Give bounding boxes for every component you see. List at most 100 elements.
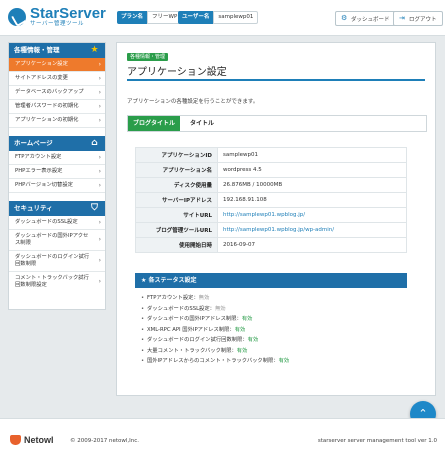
row-key: サイトURL <box>135 207 218 223</box>
chevron-right-icon: › <box>98 74 101 82</box>
sidebar-item-ftp-account[interactable]: FTPアカウント設定 › <box>9 151 105 165</box>
logout-icon: ⇥ <box>399 14 405 22</box>
chevron-right-icon: › <box>98 181 101 189</box>
status-label: ダッシュボードのSSL設定： <box>147 305 215 312</box>
sidebar-item-label: PHPバージョン切替設定 <box>15 182 73 188</box>
breadcrumb-badge: 各種情報・管理 <box>127 53 169 61</box>
status-value: 有効 <box>247 337 259 343</box>
netowl-logo[interactable]: Netowl <box>10 435 54 445</box>
list-item: XML-RPC API 国外IPアドレス制限：有効 <box>141 325 401 336</box>
main-panel: 各種情報・管理 アプリケーション設定 アプリケーションの各種設定を行うことができ… <box>116 42 436 396</box>
sidebar-section-security: セキュリティ ⛉ <box>9 201 105 216</box>
user-label: ユーザー名 <box>178 11 214 24</box>
section-title: ホームページ <box>14 139 53 147</box>
status-value: 無効 <box>198 295 210 301</box>
sidebar-item-label: サイトアドレスの変更 <box>15 75 68 81</box>
list-item: ダッシュボードの国外IPアドレス制限：有効 <box>141 314 401 325</box>
table-row: サーバーIPアドレス 192.168.91.108 <box>135 192 407 208</box>
list-item: ダッシュボードのSSL設定：無効 <box>141 304 401 315</box>
status-title: 各ステータス設定 <box>148 277 197 284</box>
sidebar-item-label: アプリケーション設定 <box>15 61 68 67</box>
table-row: ブログ管理ツールURL http://samplewp01.wpblog.jp/… <box>135 222 407 238</box>
row-value: 192.168.91.108 <box>217 192 407 208</box>
list-item: ダッシュボードのログイン試行回数制限：有効 <box>141 335 401 346</box>
plan-label: プラン名 <box>117 11 148 24</box>
chevron-right-icon: › <box>98 278 101 285</box>
status-label: ダッシュボードの国外IPアドレス制限： <box>147 316 242 322</box>
row-value: samplewp01 <box>217 147 407 163</box>
logo-subtitle: サーバー管理ツール <box>30 21 84 27</box>
sidebar-item-foreign-ip-limit[interactable]: ダッシュボードの国外IPアクセス制限 › <box>9 230 105 251</box>
sidebar-item-php-error[interactable]: PHPエラー表示設定 › <box>9 165 105 179</box>
shield-icon: ⛉ <box>91 203 98 213</box>
chevron-right-icon: › <box>98 102 101 110</box>
row-key: アプリケーション名 <box>135 162 218 178</box>
chevron-right-icon: › <box>98 153 101 161</box>
sidebar: 各種情報・管理 ★ アプリケーション設定 › サイトアドレスの変更 › データベ… <box>8 42 106 310</box>
row-key: ディスク使用量 <box>135 177 218 193</box>
sidebar-item-label: コメント・トラックバック試行回数制限設定 <box>15 275 89 288</box>
status-label: 大量コメント・トラックバック制限： <box>147 347 237 354</box>
title-divider <box>127 79 425 81</box>
status-value: 有効 <box>236 347 248 354</box>
row-key: アプリケーションID <box>135 147 218 163</box>
star-icon: ★ <box>90 45 99 55</box>
site-url-link[interactable]: http://samplewp01.wpblog.jp/ <box>217 207 407 223</box>
sidebar-item-label: ダッシュボードの国外IPアクセス制限 <box>15 233 89 246</box>
status-value: 有効 <box>241 316 253 322</box>
home-icon: ⌂ <box>91 138 98 148</box>
dashboard-label: ダッシュボード <box>351 16 390 23</box>
starserver-logo[interactable]: StarServer サーバー管理ツール <box>8 6 106 28</box>
plan-value: フリーWP <box>147 11 183 24</box>
sidebar-item-dashboard-ssl[interactable]: ダッシュボードのSSL設定 › <box>9 216 105 230</box>
plan-info: プラン名 フリーWP <box>117 11 183 24</box>
row-value: 26.876MB / 10000MB <box>217 177 407 193</box>
row-value: 2016-09-07 <box>217 237 407 253</box>
user-value: samplewp01 <box>213 11 259 24</box>
sidebar-section-homepage: ホームページ ⌂ <box>9 136 105 151</box>
sidebar-item-php-version[interactable]: PHPバージョン切替設定 › <box>9 179 105 193</box>
app-info-table: アプリケーションID samplewp01 アプリケーション名 wordpres… <box>135 147 407 253</box>
sidebar-item-label: データベースのバックアップ <box>15 89 84 95</box>
table-row: 使用開始日時 2016-09-07 <box>135 237 407 253</box>
status-label: FTPアカウント設定： <box>147 295 199 301</box>
sidebar-item-label: 管理者パスワードの初期化 <box>15 103 79 109</box>
status-label: 国外IPアドレスからのコメント・トラックバック制限： <box>147 358 279 364</box>
sidebar-item-app-settings[interactable]: アプリケーション設定 › <box>9 58 105 72</box>
chevron-right-icon: › <box>98 60 101 68</box>
table-row: アプリケーション名 wordpress 4.5 <box>135 162 407 178</box>
dashboard-button[interactable]: ⚙ ダッシュボード <box>335 11 396 26</box>
status-list: FTPアカウント設定：無効 ダッシュボードのSSL設定：無効 ダッシュボードの国… <box>141 293 401 367</box>
sidebar-item-label: ダッシュボードのログイン試行回数制限 <box>15 254 90 267</box>
status-section-header: ★ 各ステータス設定 <box>135 273 407 288</box>
page-description: アプリケーションの各種設定を行うことができます。 <box>127 99 259 105</box>
owl-icon <box>10 435 21 445</box>
gear-icon: ⚙ <box>341 14 348 22</box>
sidebar-item-comment-limit[interactable]: コメント・トラックバック試行回数制限設定 › <box>9 272 105 292</box>
sidebar-item-site-address[interactable]: サイトアドレスの変更 › <box>9 72 105 86</box>
header: StarServer サーバー管理ツール プラン名 フリーWP ユーザー名 sa… <box>0 0 445 36</box>
version-text: starserver server management tool ver 1.… <box>317 438 437 444</box>
tab-blog-title[interactable]: ブログタイトル <box>128 116 180 131</box>
status-value: 有効 <box>234 326 246 333</box>
row-key: ブログ管理ツールURL <box>135 222 218 238</box>
admin-url-link[interactable]: http://samplewp01.wpblog.jp/wp-admin/ <box>217 222 407 238</box>
list-item: FTPアカウント設定：無効 <box>141 293 401 304</box>
row-value: wordpress 4.5 <box>217 162 407 178</box>
sidebar-item-admin-password[interactable]: 管理者パスワードの初期化 › <box>9 100 105 114</box>
logout-button[interactable]: ⇥ ログアウト <box>393 11 443 26</box>
sidebar-item-label: ダッシュボードのSSL設定 <box>15 219 78 225</box>
footer: Netowl © 2009-2017 netowl,Inc. starserve… <box>0 418 445 467</box>
chevron-right-icon: › <box>98 218 101 226</box>
section-title: 各種情報・管理 <box>14 46 60 54</box>
chevron-right-icon: › <box>98 116 101 124</box>
sidebar-item-login-attempt-limit[interactable]: ダッシュボードのログイン試行回数制限 › <box>9 251 105 272</box>
status-label: ダッシュボードのログイン試行回数制限： <box>147 337 248 343</box>
chevron-right-icon: › <box>98 236 101 243</box>
app-tabs: ブログタイトル タイトル <box>127 115 427 132</box>
sidebar-item-db-backup[interactable]: データベースのバックアップ › <box>9 86 105 100</box>
status-label: XML-RPC API 国外IPアドレス制限： <box>147 326 235 333</box>
sidebar-item-app-reset[interactable]: アプリケーションの初期化 › <box>9 114 105 128</box>
chevron-right-icon: › <box>98 88 101 96</box>
tab-title[interactable]: タイトル <box>190 116 214 131</box>
